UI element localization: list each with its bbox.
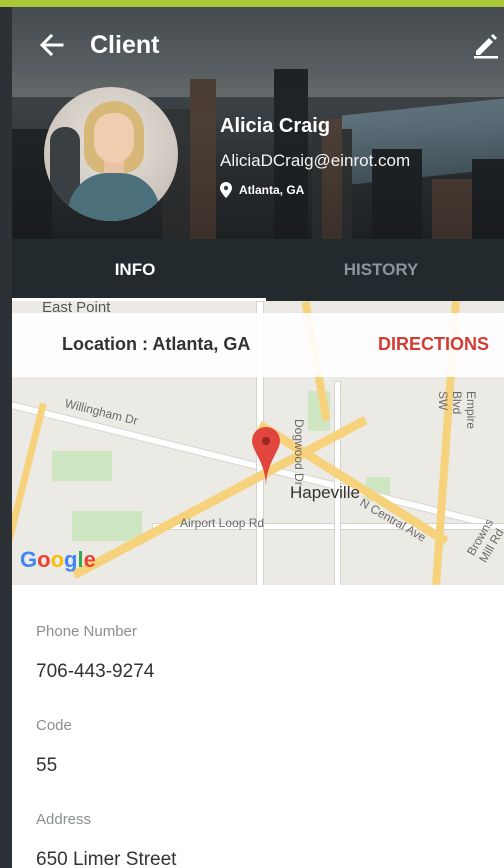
- directions-button[interactable]: DIRECTIONS: [378, 334, 489, 355]
- back-button[interactable]: [38, 31, 66, 59]
- map-label: Dogwood Dr: [292, 419, 306, 486]
- location-bar: Location : Atlanta, GA DIRECTIONS: [12, 313, 504, 377]
- avatar-face: [94, 113, 134, 163]
- phone-value: 706-443-9274: [36, 661, 155, 682]
- map-park: [72, 511, 142, 541]
- tab-info[interactable]: INFO: [12, 239, 258, 301]
- tab-bar: INFO HISTORY: [12, 239, 504, 301]
- pencil-icon: [474, 34, 498, 59]
- google-logo: Google: [20, 547, 96, 572]
- client-email: AliciaDCraig@einrot.com: [220, 151, 411, 170]
- map-location-label: Location : Atlanta, GA: [62, 334, 251, 354]
- client-details: Phone Number 706-443-9274 Code 55 Addres…: [12, 585, 504, 868]
- address-label: Address: [36, 811, 92, 828]
- edit-button[interactable]: [472, 31, 500, 59]
- client-screen: Client Alicia Craig AliciaDCraig@einrot.…: [12, 7, 504, 868]
- tab-history[interactable]: HISTORY: [258, 239, 504, 301]
- code-value: 55: [36, 755, 58, 776]
- avatar-body: [68, 173, 160, 221]
- map-marker-icon[interactable]: [250, 427, 282, 487]
- avatar: [44, 87, 178, 221]
- phone-label: Phone Number: [36, 623, 137, 640]
- page-title: Client: [90, 31, 160, 59]
- map-park: [52, 451, 112, 481]
- location-map[interactable]: East Point Willingham Dr Dogwood Dr Empi…: [12, 301, 504, 585]
- client-name: Alicia Craig: [220, 115, 331, 137]
- arrow-left-icon: [39, 33, 64, 57]
- left-edge: [0, 7, 12, 868]
- client-location: Atlanta, GA: [239, 183, 305, 197]
- address-value: 650 Limer Street: [36, 849, 177, 868]
- status-accent-bar: [0, 0, 504, 7]
- map-label: Empire Blvd SW: [436, 391, 478, 430]
- map-pin-icon: [220, 182, 232, 198]
- profile-header: Client Alicia Craig AliciaDCraig@einrot.…: [12, 7, 504, 239]
- code-label: Code: [36, 717, 72, 734]
- map-label: Airport Loop Rd: [180, 516, 265, 530]
- map-label: Hapeville: [290, 483, 360, 502]
